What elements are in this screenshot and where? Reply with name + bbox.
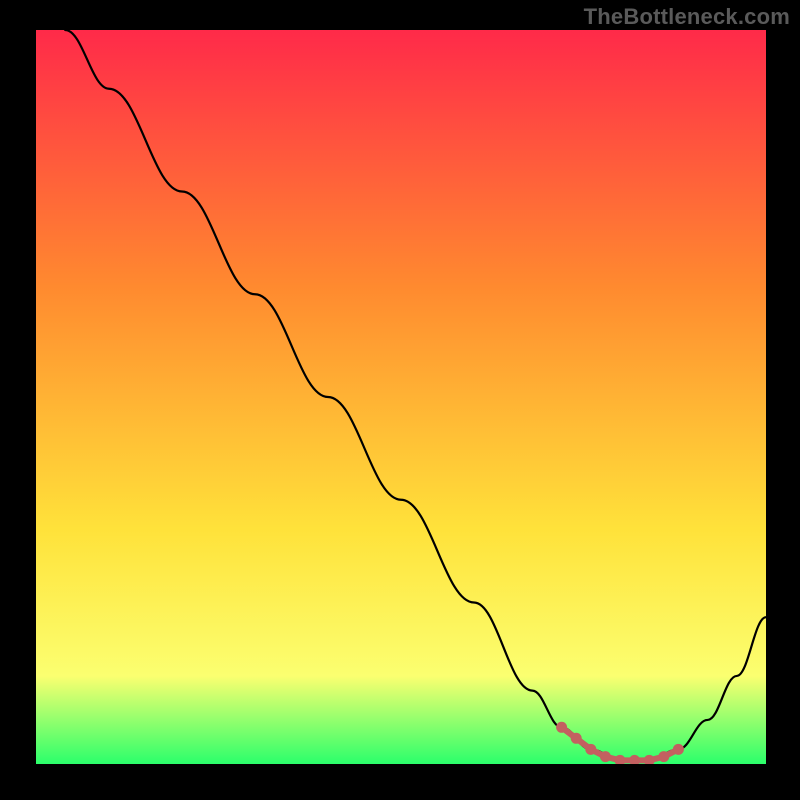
optimal-range-dot bbox=[585, 744, 596, 755]
optimal-range-dot bbox=[658, 751, 669, 762]
attribution-text: TheBottleneck.com bbox=[584, 4, 790, 30]
optimal-range-dot bbox=[571, 733, 582, 744]
plot-area bbox=[36, 30, 766, 764]
optimal-range-dot bbox=[600, 751, 611, 762]
optimal-range-dot bbox=[673, 744, 684, 755]
plot-svg bbox=[36, 30, 766, 764]
chart-frame: TheBottleneck.com bbox=[0, 0, 800, 800]
optimal-range-dot bbox=[556, 722, 567, 733]
